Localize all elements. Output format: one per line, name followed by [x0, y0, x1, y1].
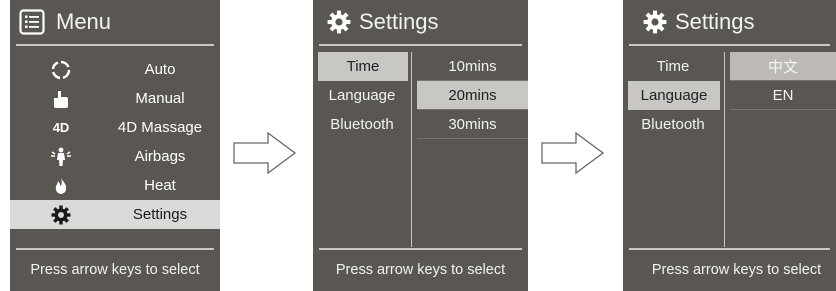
- menu-item-label: 4D Massage: [117, 119, 203, 136]
- settings-category-bluetooth[interactable]: Bluetooth: [623, 110, 723, 139]
- auto-cycle-icon: [48, 59, 74, 81]
- column-divider: [411, 52, 412, 247]
- settings-option-list: 10mins 20mins 30mins: [413, 52, 528, 139]
- column-divider: [724, 52, 725, 247]
- option-chinese[interactable]: 中文: [730, 52, 836, 81]
- option-30mins[interactable]: 30mins: [417, 110, 528, 139]
- arrow-right-icon: [233, 131, 297, 175]
- settings-category-time[interactable]: Time: [318, 52, 408, 81]
- footer-hint: Press arrow keys to select: [651, 262, 822, 278]
- settings-title-bar: Settings: [313, 0, 528, 44]
- menu-list-icon: [19, 9, 45, 40]
- option-10mins[interactable]: 10mins: [417, 52, 528, 81]
- menu-screen: Menu Auto Manual 4D 4D Massage Airbags H…: [10, 0, 220, 291]
- airbag-person-icon: [48, 146, 74, 168]
- menu-item-airbags[interactable]: Airbags: [10, 142, 220, 171]
- settings-category-language[interactable]: Language: [628, 81, 720, 110]
- settings-category-list: Time Language Bluetooth: [623, 52, 723, 139]
- settings-category-time[interactable]: Time: [623, 52, 723, 81]
- menu-item-label: Auto: [144, 61, 176, 78]
- menu-item-label: Manual: [135, 90, 185, 107]
- footer-hint: Press arrow keys to select: [30, 262, 200, 278]
- settings-screen-time: Settings Time Language Bluetooth 10mins …: [313, 0, 528, 291]
- menu-item-auto[interactable]: Auto: [10, 55, 220, 84]
- hand-icon: [48, 88, 74, 110]
- option-english[interactable]: EN: [730, 81, 836, 110]
- gear-icon: [48, 204, 74, 226]
- settings-title: Settings: [675, 9, 755, 34]
- menu-title: Menu: [56, 9, 112, 34]
- menu-item-label: Airbags: [134, 148, 186, 165]
- settings-screen-language: Settings Time Language Bluetooth 中文 EN P…: [623, 0, 836, 291]
- settings-category-language[interactable]: Language: [313, 81, 411, 110]
- settings-category-bluetooth[interactable]: Bluetooth: [313, 110, 411, 139]
- option-20mins[interactable]: 20mins: [417, 81, 528, 110]
- divider: [319, 248, 522, 250]
- divider: [629, 44, 830, 46]
- settings-category-list: Time Language Bluetooth: [313, 52, 411, 139]
- divider: [319, 44, 522, 46]
- gear-icon: [327, 10, 351, 39]
- menu-item-label: Heat: [144, 177, 176, 194]
- settings-option-list: 中文 EN: [726, 52, 836, 110]
- settings-title: Settings: [359, 9, 439, 34]
- menu-item-4d-massage[interactable]: 4D 4D Massage: [10, 113, 220, 142]
- menu-item-settings[interactable]: Settings: [10, 200, 220, 229]
- 4d-icon: 4D: [52, 120, 70, 135]
- menu-list: Auto Manual 4D 4D Massage Airbags Heat S…: [10, 55, 220, 229]
- menu-title-bar: Menu: [10, 0, 220, 44]
- settings-title-bar: Settings: [623, 0, 836, 44]
- divider: [629, 248, 830, 250]
- menu-item-label: Settings: [132, 206, 188, 223]
- arrow-right-icon: [541, 131, 605, 175]
- footer-hint: Press arrow keys to select: [335, 262, 506, 278]
- menu-item-manual[interactable]: Manual: [10, 84, 220, 113]
- menu-item-heat[interactable]: Heat: [10, 171, 220, 200]
- flame-icon: [48, 175, 74, 197]
- divider: [16, 44, 214, 46]
- gear-icon: [643, 10, 667, 39]
- divider: [16, 248, 214, 250]
